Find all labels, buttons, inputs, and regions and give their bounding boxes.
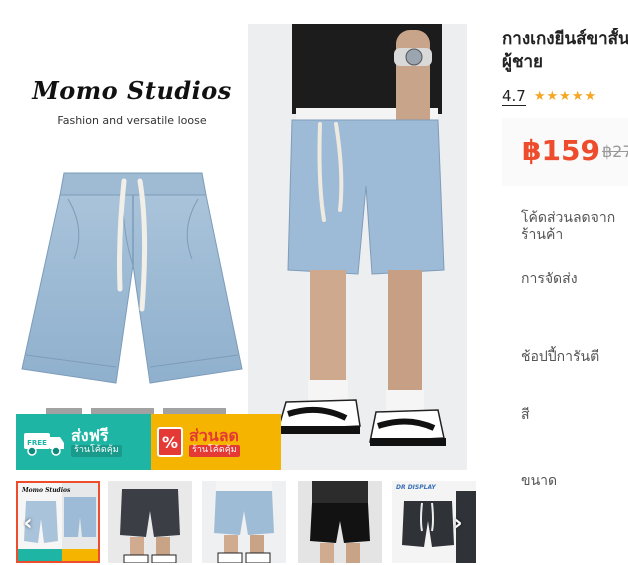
- thumbnail-prev-arrow[interactable]: ‹: [18, 511, 38, 536]
- discount-subtitle: ร้านโค้ดคุ้ม: [189, 444, 240, 457]
- promo-banner: FREE ส่งฟรี ร้านโค้ดคุ้ม % ส่วนลด ร้านโค…: [16, 414, 281, 470]
- size-label: ขนาด: [521, 473, 558, 489]
- product-title: กางเกงยีนส์ขาสั้น ผู้ชาย: [502, 28, 628, 74]
- shipping-label: การจัดส่ง: [521, 271, 578, 287]
- thumbnail-4-image: [298, 481, 382, 563]
- product-title-line2: ผู้ชาย: [502, 52, 544, 72]
- thumbnail-2[interactable]: [108, 481, 192, 563]
- price-box: ฿159 ฿27: [502, 118, 628, 186]
- color-label: สี: [521, 407, 530, 423]
- discount-badge: % ส่วนลด ร้านโค้ดคุ้ม: [151, 414, 281, 470]
- denim-shorts-flatlay: [21, 172, 243, 384]
- product-title-line1: กางเกงยีนส์ขาสั้น: [502, 29, 628, 49]
- brand-title: Momo Studios: [32, 76, 232, 105]
- star-icon: ★: [546, 88, 559, 104]
- model-wearing-shorts: [248, 24, 467, 470]
- shop-discount-label: โค้ดส่วนลดจากร้านค้า: [521, 210, 616, 243]
- guarantee-label: ช้อปปี้การันตี: [521, 349, 600, 365]
- thumbnail-next-arrow[interactable]: ›: [448, 511, 468, 536]
- brand-tagline: Fashion and versatile loose: [57, 114, 207, 127]
- star-icon: ★: [533, 88, 546, 104]
- main-product-image[interactable]: Momo Studios Fashion and versatile loose: [16, 24, 467, 470]
- thumbnail-4[interactable]: [298, 481, 382, 563]
- free-shipping-subtitle: ร้านโค้ดคุ้ม: [71, 444, 122, 457]
- thumbnail-3-image: [202, 481, 286, 563]
- price-original: ฿27: [602, 142, 628, 161]
- model-photo-panel: [248, 24, 467, 470]
- thumbnail-1-label: Momo Studios: [22, 487, 71, 494]
- discount-title: ส่วนลด: [189, 426, 239, 446]
- free-shipping-badge: FREE ส่งฟรี ร้านโค้ดคุ้ม: [16, 414, 151, 470]
- rating-stars: ★ ★ ★ ★ ★: [533, 88, 597, 104]
- thumbnail-2-image: [108, 481, 192, 563]
- star-icon: ★: [571, 88, 584, 104]
- price-current: ฿159: [522, 134, 600, 167]
- collage-left-panel: Momo Studios Fashion and versatile loose: [16, 24, 248, 470]
- thumbnail-3[interactable]: [202, 481, 286, 563]
- rating-value[interactable]: 4.7: [502, 87, 526, 106]
- free-label: FREE: [27, 439, 47, 447]
- truck-icon: FREE: [22, 427, 66, 457]
- star-icon: ★: [584, 88, 597, 104]
- star-icon: ★: [559, 88, 571, 104]
- rating-row[interactable]: 4.7 ★ ★ ★ ★ ★: [502, 87, 596, 106]
- percent-icon: %: [157, 427, 183, 457]
- thumbnail-strip: Momo Studios DR DISPLAY ‹ ›: [16, 481, 476, 563]
- thumbnail-5-label: DR DISPLAY: [396, 484, 436, 491]
- free-shipping-title: ส่งฟรี: [71, 426, 109, 446]
